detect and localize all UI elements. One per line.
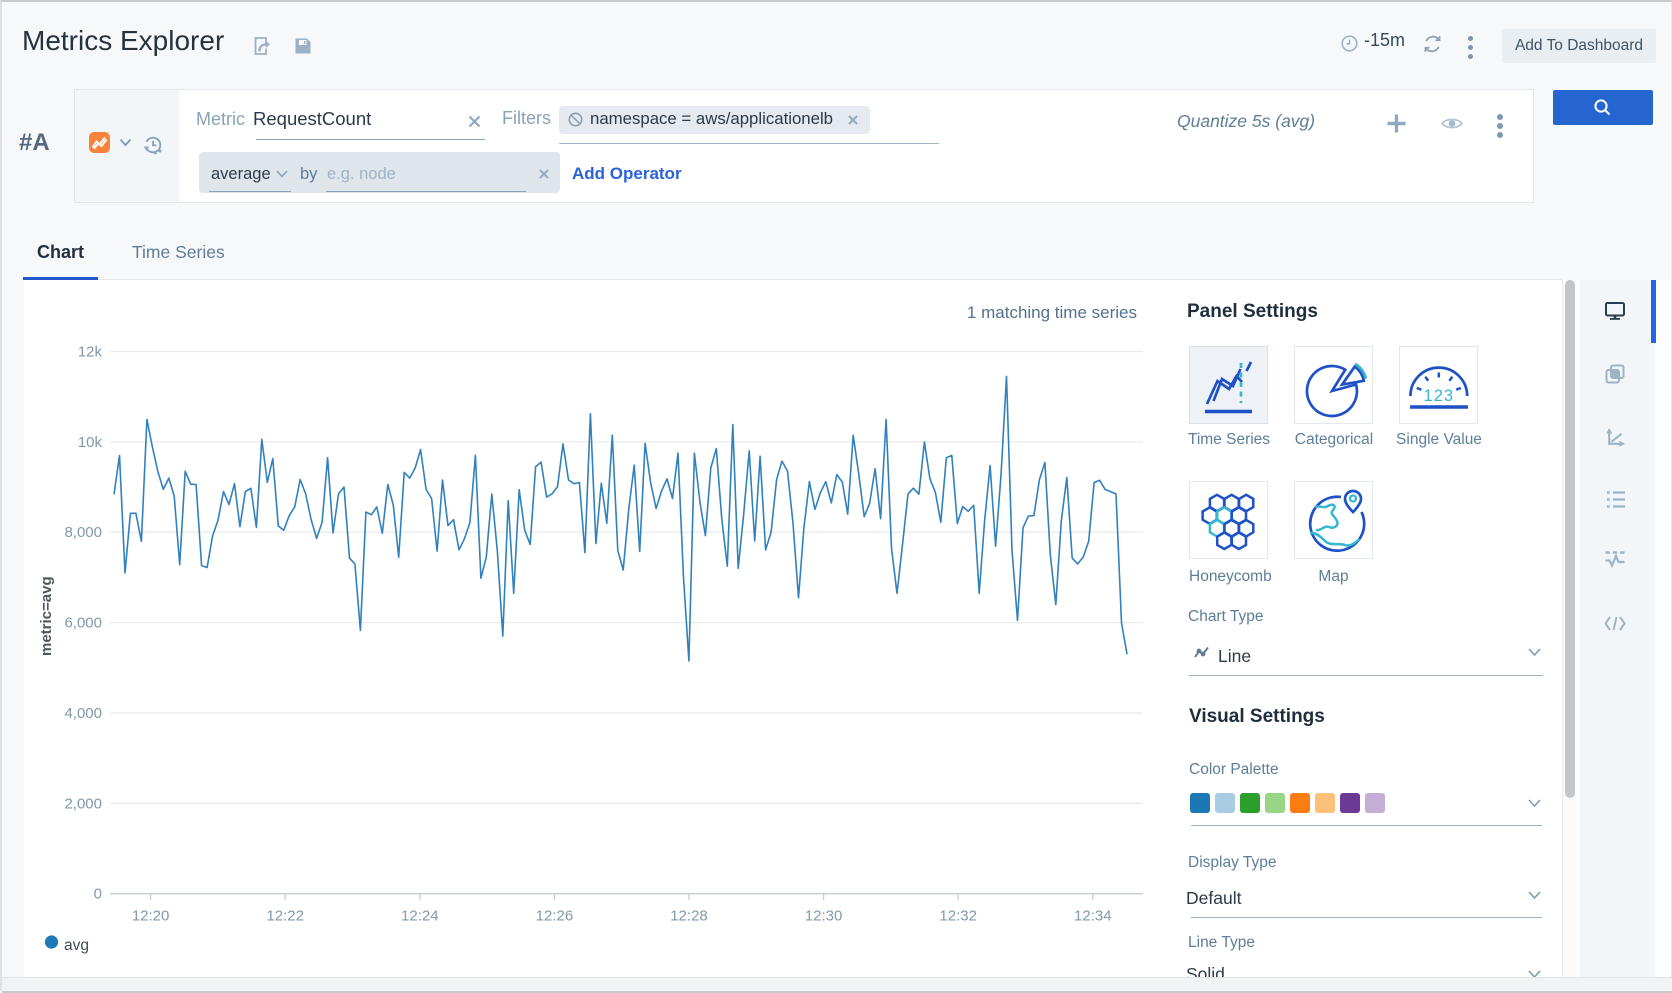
svg-text:2,000: 2,000 xyxy=(64,795,102,812)
svg-text:10k: 10k xyxy=(78,433,103,450)
svg-text:123: 123 xyxy=(1424,387,1455,405)
svg-text:12:24: 12:24 xyxy=(401,907,439,924)
svg-text:0: 0 xyxy=(94,885,102,902)
svg-text:12:28: 12:28 xyxy=(670,907,708,924)
svg-text:4,000: 4,000 xyxy=(64,705,102,722)
svg-text:12:32: 12:32 xyxy=(939,907,977,924)
svg-text:12:20: 12:20 xyxy=(132,907,170,924)
svg-text:8,000: 8,000 xyxy=(64,524,102,541)
svg-text:12:30: 12:30 xyxy=(805,907,843,924)
svg-text:12:34: 12:34 xyxy=(1074,907,1112,924)
svg-text:6,000: 6,000 xyxy=(64,614,102,631)
svg-text:metric=avg: metric=avg xyxy=(38,576,55,656)
svg-text:avg: avg xyxy=(64,937,89,954)
svg-text:12:26: 12:26 xyxy=(536,907,574,924)
svg-text:12k: 12k xyxy=(78,343,103,360)
svg-text:12:22: 12:22 xyxy=(266,907,304,924)
